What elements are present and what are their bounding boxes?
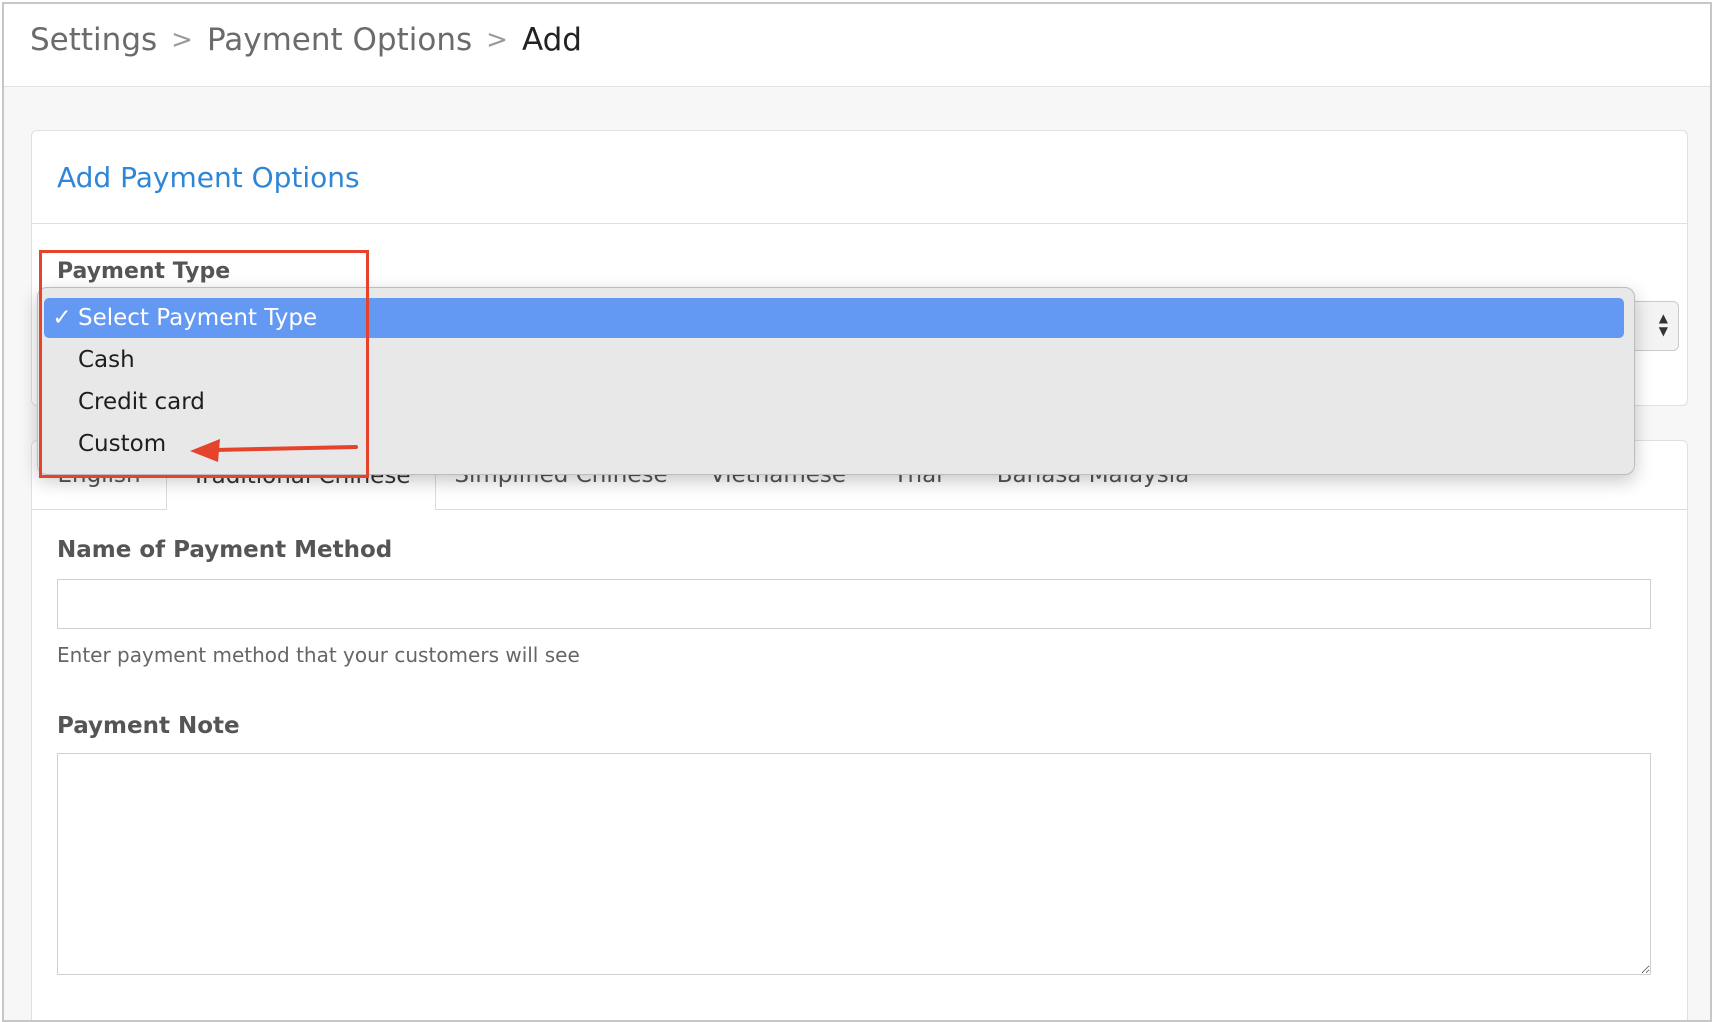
page-header: Settings > Payment Options > Add (4, 4, 1710, 87)
breadcrumb-current: Add (522, 22, 582, 58)
payment-method-name-label: Name of Payment Method (57, 537, 392, 563)
dropdown-option-custom[interactable]: Custom (44, 424, 1624, 464)
dropdown-option-credit-card[interactable]: Credit card (44, 382, 1624, 422)
payment-type-dropdown-menu: ✓ Select Payment Type Cash Credit card C… (37, 287, 1635, 475)
checkmark-icon: ✓ (48, 305, 76, 331)
payment-note-label: Payment Note (57, 713, 240, 739)
payment-method-name-help: Enter payment method that your customers… (57, 643, 580, 667)
dropdown-option-label: Select Payment Type (78, 305, 317, 331)
app-frame: Settings > Payment Options > Add Add Pay… (2, 2, 1712, 1022)
card-title: Add Payment Options (57, 161, 360, 194)
dropdown-option-label: Cash (78, 347, 135, 373)
breadcrumb: Settings > Payment Options > Add (30, 22, 582, 58)
dropdown-option-select-payment-type[interactable]: ✓ Select Payment Type (44, 298, 1624, 338)
card-divider (32, 223, 1687, 224)
chevron-right-icon: > (486, 25, 508, 55)
breadcrumb-payment-options[interactable]: Payment Options (207, 22, 472, 58)
dropdown-option-cash[interactable]: Cash (44, 340, 1624, 380)
breadcrumb-settings[interactable]: Settings (30, 22, 157, 58)
payment-type-label: Payment Type (57, 259, 230, 284)
dropdown-option-label: Credit card (78, 389, 205, 415)
updown-arrows-icon: ▲▼ (1659, 312, 1668, 338)
payment-note-textarea[interactable] (57, 753, 1651, 975)
dropdown-option-label: Custom (78, 431, 166, 457)
language-content-card: English Traditional Chinese Simplified C… (31, 440, 1688, 1022)
payment-method-name-input[interactable] (57, 579, 1651, 629)
chevron-right-icon: > (171, 25, 193, 55)
